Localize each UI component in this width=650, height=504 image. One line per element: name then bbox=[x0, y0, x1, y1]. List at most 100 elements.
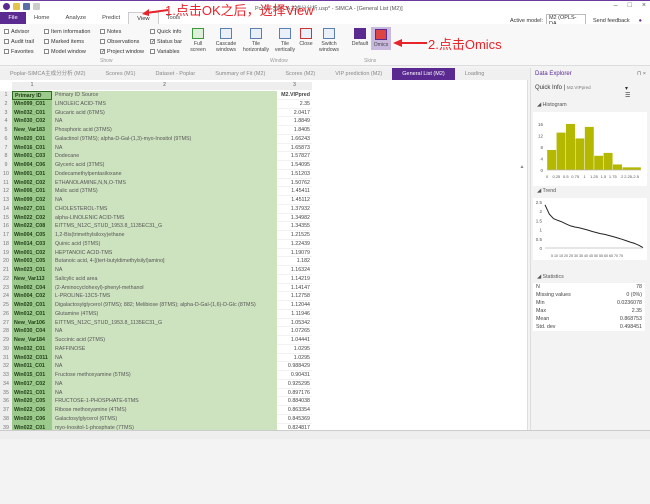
primary-id[interactable]: Win020_C06 bbox=[12, 414, 52, 424]
vip-value[interactable]: 1.22439 bbox=[277, 239, 312, 249]
vip-value[interactable]: 0.897176 bbox=[277, 388, 312, 398]
minimize-button[interactable]: – bbox=[614, 2, 618, 9]
vertical-scrollbar[interactable]: ▲ bbox=[518, 164, 526, 504]
table-row[interactable]: 6 Win020_C01 Galactinol (9TMS); alpha-D-Ga… bbox=[0, 134, 312, 144]
primary-id[interactable]: Win020_C05 bbox=[12, 397, 52, 406]
primary-id-source[interactable]: Dodecamethylpentasiloxane bbox=[52, 169, 277, 179]
table-row[interactable]: 28 Win030_C04 NA 1.07265 bbox=[0, 327, 312, 336]
trend-section-header[interactable]: ◢ Trend bbox=[537, 188, 556, 194]
checkbox-favorites[interactable]: Favorites bbox=[4, 48, 34, 55]
primary-id-source[interactable]: NA bbox=[52, 196, 277, 205]
panel-pin-close[interactable]: ⊓ × bbox=[637, 71, 646, 77]
vip-value[interactable]: 1.04441 bbox=[277, 336, 312, 345]
primary-id-source[interactable]: NA bbox=[52, 143, 277, 153]
primary-id[interactable]: New_Var113 bbox=[12, 274, 52, 284]
primary-id-source[interactable]: Glutamine (4TMS) bbox=[52, 309, 277, 319]
vip-value[interactable]: 1.50762 bbox=[277, 178, 312, 188]
primary-id[interactable]: New_Var106 bbox=[12, 318, 52, 328]
primary-id[interactable]: Win020_C01 bbox=[12, 134, 52, 144]
vip-value[interactable]: 1.57827 bbox=[277, 152, 312, 161]
vip-value[interactable]: 1.54095 bbox=[277, 161, 312, 170]
primary-id[interactable]: Win001_C03 bbox=[12, 152, 52, 161]
vip-value[interactable]: 1.51203 bbox=[277, 169, 312, 179]
table-row[interactable]: 7 Win016_C01 NA 1.65873 bbox=[0, 143, 312, 153]
primary-id-source[interactable]: NA bbox=[52, 379, 277, 389]
checkbox-model-window[interactable]: Model window bbox=[44, 48, 90, 55]
table-row[interactable]: 29 New_Var184 Succinic acid (2TMS) 1.04441 bbox=[0, 336, 312, 345]
table-row[interactable]: 25 Win020_C01 Digalactosylglycerol (9TMS);… bbox=[0, 301, 312, 310]
histogram-section-header[interactable]: ◢ Histogram bbox=[537, 102, 567, 108]
table-row[interactable]: 24 Win004_C02 L-PROLINE-13C5-TMS 1.12758 bbox=[0, 292, 312, 301]
table-row[interactable]: 32 Win011_C01 NA 0.988429 bbox=[0, 362, 312, 371]
table-header-row[interactable]: 1 Primary ID Primary ID Source M2.VIPpred bbox=[0, 91, 312, 100]
primary-id-source[interactable]: NA bbox=[52, 353, 277, 363]
close-window-button[interactable]: Close bbox=[298, 28, 314, 47]
table-row[interactable]: 15 Win022_C02 alpha-LINOLENIC ACID-TMS 1.34… bbox=[0, 213, 312, 223]
column-number-3[interactable]: 3 bbox=[277, 82, 312, 90]
primary-id[interactable]: Win027_C01 bbox=[12, 204, 52, 214]
primary-id[interactable]: New_Var184 bbox=[12, 336, 52, 345]
vip-value[interactable]: 1.14219 bbox=[277, 274, 312, 284]
vip-value[interactable]: 1.12758 bbox=[277, 292, 312, 301]
checkbox-quick-info[interactable]: Quick info bbox=[150, 28, 182, 35]
primary-id-source[interactable]: NA bbox=[52, 362, 277, 371]
tab-file[interactable]: File bbox=[0, 12, 26, 24]
vip-value[interactable]: 1.0295 bbox=[277, 344, 312, 354]
primary-id[interactable]: Win030_C02 bbox=[12, 117, 52, 126]
checkbox-advisor[interactable]: Advisor bbox=[4, 28, 34, 35]
full-screen-button[interactable]: Full screen bbox=[188, 28, 208, 53]
table-row[interactable]: 36 Win020_C05 FRUCTOSE-1-PHOSPHATE-6TMS 0.8… bbox=[0, 397, 312, 406]
primary-id-source[interactable]: Glucaric acid (6TMS) bbox=[52, 108, 277, 118]
primary-id[interactable]: Win022_C06 bbox=[12, 406, 52, 415]
vip-value[interactable]: 1.0295 bbox=[277, 353, 312, 363]
checkbox-box[interactable] bbox=[100, 39, 105, 44]
vip-value[interactable]: 1.11946 bbox=[277, 309, 312, 319]
skin-omics-button[interactable]: Omics bbox=[371, 27, 391, 50]
primary-id[interactable]: Win021_C01 bbox=[12, 388, 52, 398]
checkbox-box[interactable] bbox=[150, 29, 155, 34]
vip-value[interactable]: 2.0417 bbox=[277, 108, 312, 118]
vip-value[interactable]: 1.34982 bbox=[277, 213, 312, 223]
table-row[interactable]: 22 New_Var113 Salicylic acid area 1.14219 bbox=[0, 274, 312, 284]
primary-id[interactable]: New_Var183 bbox=[12, 126, 52, 135]
primary-id[interactable]: Win020_C01 bbox=[12, 301, 52, 310]
primary-id[interactable]: Win001_C02 bbox=[12, 248, 52, 258]
primary-id-source[interactable]: Dodecane bbox=[52, 152, 277, 161]
primary-id-source[interactable]: EITTMS_N12C_STUD_1953.8_1135EC31_G bbox=[52, 222, 277, 231]
table-row[interactable]: 12 Win006_C01 Malic acid (3TMS) 1.45411 bbox=[0, 187, 312, 196]
checkbox-box[interactable] bbox=[4, 39, 9, 44]
checkbox-marked-items[interactable]: Marked items bbox=[44, 38, 90, 45]
checkbox-box[interactable] bbox=[4, 29, 9, 34]
primary-id[interactable]: Win022_C08 bbox=[12, 222, 52, 231]
table-row[interactable]: 38 Win020_C06 Galactosylglycerol (6TMS) 0.8… bbox=[0, 414, 312, 424]
vip-value[interactable]: 0.925295 bbox=[277, 379, 312, 389]
table-row[interactable]: 17 Win004_C05 1,2-Bis(trimethylsiloxy)etha… bbox=[0, 231, 312, 240]
primary-id[interactable]: Win032_C011 bbox=[12, 353, 52, 363]
checkbox-box[interactable]: ✓ bbox=[150, 39, 155, 45]
vip-value[interactable]: 0.884038 bbox=[277, 397, 312, 406]
vip-value[interactable]: 1.65873 bbox=[277, 143, 312, 153]
primary-id[interactable]: Win099_C01 bbox=[12, 99, 52, 109]
primary-id-source[interactable]: 1,2-Bis(trimethylsiloxy)ethane bbox=[52, 231, 277, 240]
table-row[interactable]: 23 Win002_C04 (2-Aminocyclohexyl)-phenyl-m… bbox=[0, 283, 312, 293]
vip-value[interactable]: 1.37932 bbox=[277, 204, 312, 214]
maximize-button[interactable]: □ bbox=[628, 2, 632, 9]
table-row[interactable]: 30 Win032_C01 RAFFINOSE 1.0295 bbox=[0, 344, 312, 354]
primary-id-source[interactable]: LINOLEIC ACID-TMS bbox=[52, 99, 277, 109]
skin-default-button[interactable]: Default bbox=[350, 28, 370, 47]
vip-value[interactable]: 0.90431 bbox=[277, 371, 312, 380]
primary-id[interactable]: Win003_C05 bbox=[12, 257, 52, 266]
vip-value[interactable]: 1.05342 bbox=[277, 318, 312, 328]
undo-icon[interactable] bbox=[33, 3, 40, 10]
primary-id[interactable]: Win030_C04 bbox=[12, 327, 52, 336]
primary-id[interactable]: Primary ID bbox=[12, 91, 52, 100]
doc-tab[interactable]: General List (M2) bbox=[392, 68, 455, 80]
primary-id-source[interactable]: alpha-LINOLENIC ACID-TMS bbox=[52, 213, 277, 223]
primary-id-source[interactable]: Malic acid (3TMS) bbox=[52, 187, 277, 196]
checkbox-status-bar[interactable]: ✓ Status bar bbox=[150, 38, 182, 45]
primary-id[interactable]: Win012_C01 bbox=[12, 309, 52, 319]
doc-tab[interactable]: Scores (M1) bbox=[95, 68, 145, 80]
primary-id-source[interactable]: Phosphoric acid (3TMS) bbox=[52, 126, 277, 135]
table-row[interactable]: 18 Win014_C03 Quinic acid (5TMS) 1.22439 bbox=[0, 239, 312, 249]
primary-id-source[interactable]: ETHANOLAMINE,N,N,O-TMS bbox=[52, 178, 277, 188]
